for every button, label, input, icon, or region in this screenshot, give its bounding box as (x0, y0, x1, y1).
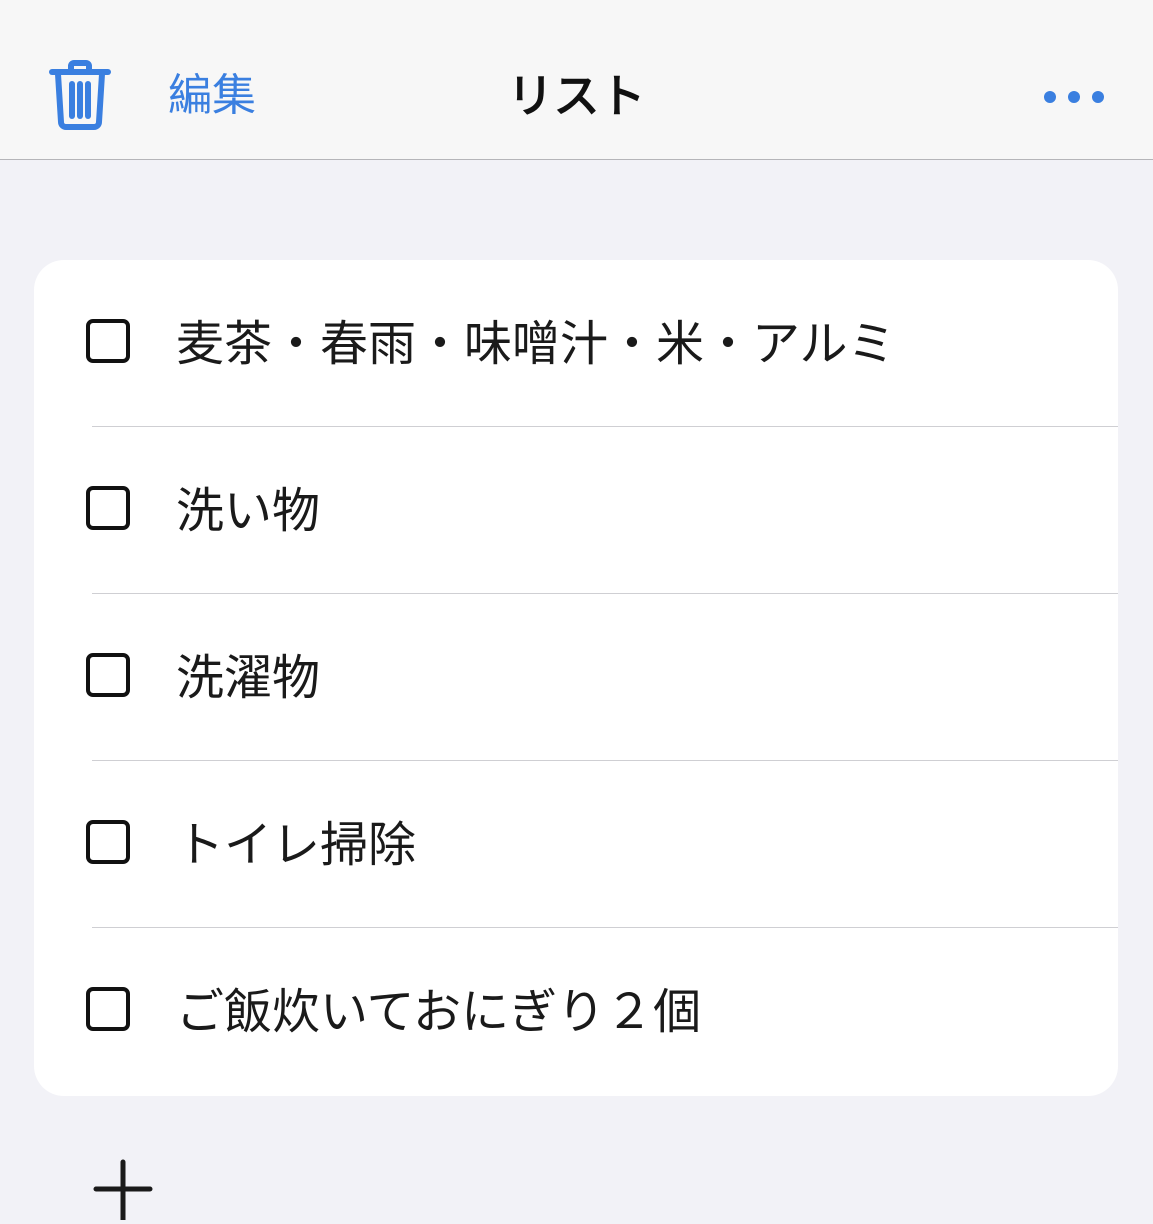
checkbox[interactable] (86, 319, 130, 363)
plus-icon (93, 1159, 153, 1223)
more-options-button[interactable] (1036, 80, 1112, 114)
list-item[interactable]: 洗い物 (34, 427, 1118, 594)
checkbox[interactable] (86, 820, 130, 864)
list-item[interactable]: 麦茶・春雨・味噌汁・米・アルミ (34, 260, 1118, 427)
checkbox[interactable] (86, 653, 130, 697)
list-item[interactable]: ご飯炊いておにぎり２個 (34, 928, 1118, 1095)
task-label: ご飯炊いておにぎり２個 (176, 984, 702, 1040)
add-item-button[interactable] (92, 1158, 154, 1223)
ellipsis-icon (1044, 91, 1104, 103)
task-label: 洗い物 (176, 483, 321, 539)
task-label: トイレ掃除 (176, 817, 417, 873)
list-item[interactable]: 洗濯物 (34, 594, 1118, 761)
list-item[interactable]: トイレ掃除 (34, 761, 1118, 928)
task-list: 麦茶・春雨・味噌汁・米・アルミ 洗い物 洗濯物 トイレ掃除 ご飯炊いておにぎり２… (34, 260, 1118, 1096)
navigation-bar: 編集 リスト (0, 0, 1153, 160)
checkbox[interactable] (86, 486, 130, 530)
checkbox[interactable] (86, 987, 130, 1031)
page-title: リスト (507, 69, 646, 123)
task-label: 洗濯物 (176, 650, 321, 706)
task-label: 麦茶・春雨・味噌汁・米・アルミ (176, 316, 896, 372)
